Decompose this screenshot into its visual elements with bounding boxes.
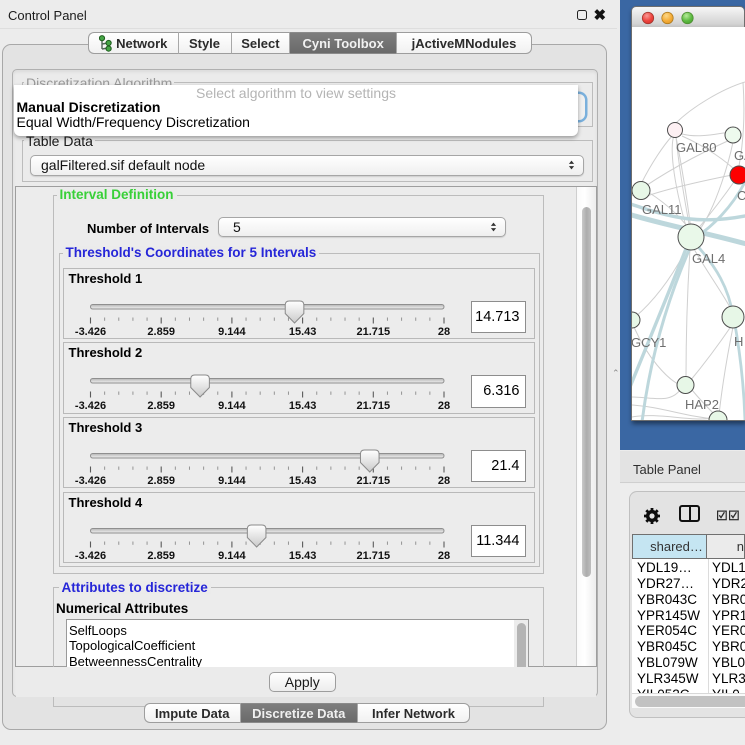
svg-text:21.715: 21.715: [356, 400, 390, 412]
svg-text:21.715: 21.715: [356, 325, 390, 337]
svg-text:21.715: 21.715: [356, 475, 390, 487]
svg-text:9.144: 9.144: [218, 400, 246, 412]
svg-text:28: 28: [438, 475, 450, 487]
svg-text:15.43: 15.43: [289, 325, 317, 337]
svg-text:21.715: 21.715: [356, 549, 390, 561]
svg-text:C: C: [737, 188, 745, 203]
svg-text:H: H: [734, 334, 743, 349]
svg-text:GAL11: GAL11: [642, 202, 682, 217]
svg-text:15.43: 15.43: [289, 475, 317, 487]
svg-text:2.859: 2.859: [147, 549, 175, 561]
svg-text:GCY1: GCY1: [632, 335, 666, 350]
svg-text:15.43: 15.43: [289, 549, 317, 561]
svg-text:GAL80: GAL80: [676, 140, 716, 155]
svg-text:-3.426: -3.426: [75, 475, 106, 487]
svg-text:2.859: 2.859: [147, 325, 175, 337]
svg-text:9.144: 9.144: [218, 475, 246, 487]
svg-text:15.43: 15.43: [289, 400, 317, 412]
svg-text:2.859: 2.859: [147, 475, 175, 487]
svg-text:-3.426: -3.426: [75, 325, 106, 337]
svg-text:GAL4: GAL4: [692, 251, 725, 266]
svg-text:-3.426: -3.426: [75, 549, 106, 561]
svg-text:9.144: 9.144: [218, 325, 246, 337]
svg-text:-3.426: -3.426: [75, 400, 106, 412]
svg-text:28: 28: [438, 549, 450, 561]
svg-text:28: 28: [438, 325, 450, 337]
svg-text:2.859: 2.859: [147, 400, 175, 412]
svg-text:9.144: 9.144: [218, 549, 246, 561]
svg-text:28: 28: [438, 400, 450, 412]
svg-text:HAP2: HAP2: [685, 397, 719, 412]
svg-text:GA: GA: [734, 148, 745, 163]
